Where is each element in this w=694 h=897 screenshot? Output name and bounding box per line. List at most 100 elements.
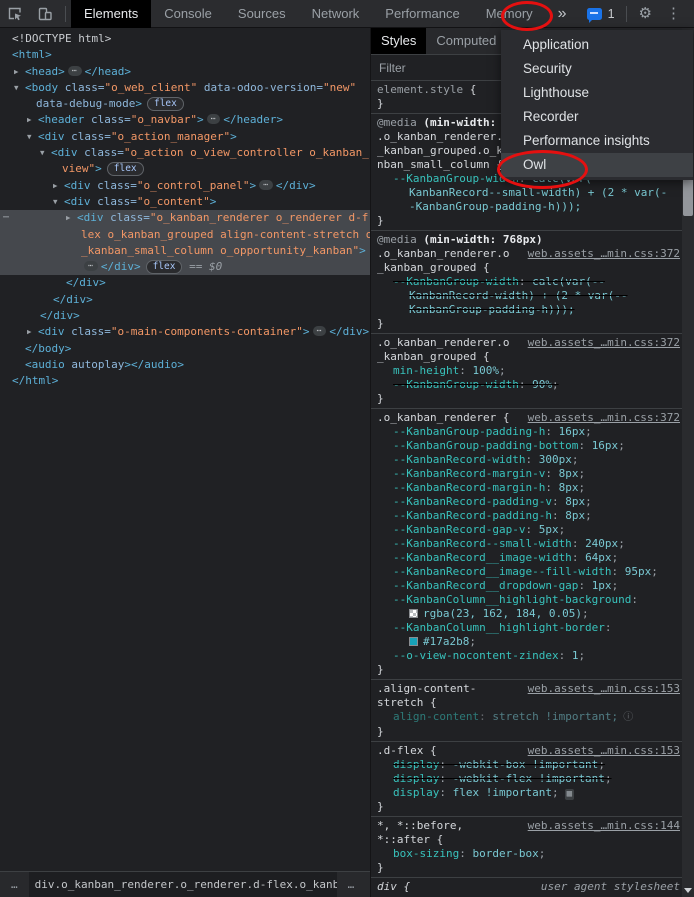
css-line[interactable]: } [371,725,682,739]
css-line[interactable]: stretch { [371,696,682,710]
scroll-down-arrow-icon[interactable] [684,888,692,893]
expand-arrow-icon[interactable]: ▼ [27,129,38,145]
kebab-menu-icon[interactable]: ⋮ [659,0,688,28]
dom-tree-line[interactable]: _kanban_small_column o_opportunity_kanba… [0,243,370,259]
tab-sources[interactable]: Sources [225,0,299,28]
flex-editor-icon[interactable]: ▦ [565,789,574,800]
breadcrumb-overflow-left[interactable]: … [0,878,29,891]
menu-item-recorder[interactable]: Recorder [501,105,693,129]
css-line[interactable]: --KanbanGroup-padding-h: 16px; [371,425,682,439]
css-line[interactable]: display: -webkit-box !important; [371,758,682,772]
dom-tree-line[interactable]: ▶<div class="o_control_panel">⋯</div> [0,178,370,194]
css-line[interactable]: --KanbanRecord__image-width: 64px; [371,551,682,565]
ellipsis-expand-icon[interactable]: ⋯ [68,66,82,76]
close-icon[interactable]: × [688,0,694,28]
dom-tree-line[interactable]: </div> [0,308,370,324]
expand-arrow-icon[interactable]: ▼ [53,194,64,210]
stylesheet-source-link[interactable]: web.assets_…min.css:153 [528,682,680,696]
css-line[interactable]: KanbanRecord-width) + (2 * var(-- [371,289,682,303]
menu-item-performance-insights[interactable]: Performance insights [501,129,693,153]
dom-tree-line[interactable]: ▶<header class="o_navbar">⋯</header> [0,112,370,128]
stylesheet-source-link[interactable]: web.assets_…min.css:153 [528,744,680,758]
expand-arrow-icon[interactable]: ▶ [27,324,38,340]
css-line[interactable]: display: -webkit-flex !important; [371,772,682,786]
css-line[interactable]: min-height: 100%; [371,364,682,378]
css-line[interactable]: box-sizing: border-box; [371,847,682,861]
selected-dom-node[interactable]: ⋯▶<div class="o_kanban_renderer o_render… [0,210,370,275]
dom-tree-line[interactable]: <audio autoplay></audio> [0,357,370,373]
css-line[interactable]: --KanbanColumn__highlight-background: [371,593,682,607]
flex-badge[interactable]: flex [146,260,183,274]
css-line[interactable]: --KanbanRecord-width: 300px; [371,453,682,467]
dom-tree-line[interactable]: lex o_kanban_grouped align-content-stret… [0,227,370,243]
css-line[interactable]: --KanbanRecord-gap-v: 5px; [371,523,682,537]
css-line[interactable]: --KanbanRecord__image--fill-width: 95px; [371,565,682,579]
stylesheet-source-link[interactable]: web.assets_…min.css:372 [528,247,680,261]
css-line[interactable]: .o_kanban_renderer.oweb.assets_…min.css:… [371,336,682,350]
css-line[interactable]: --KanbanRecord-margin-h: 8px; [371,481,682,495]
menu-item-application[interactable]: Application [501,33,693,57]
css-line[interactable]: --KanbanGroup-width: 90%; [371,378,682,392]
dom-tree-line[interactable]: </html> [0,373,370,389]
dom-tree-line[interactable]: ▼<div class="o_content"> [0,194,370,210]
dom-tree-line[interactable]: ▶<head>⋯</head> [0,64,370,80]
dom-tree-line[interactable]: <html> [0,47,370,63]
dom-tree-line[interactable]: data-debug-mode>flex [0,96,370,112]
dom-tree-line[interactable]: ▶<div class="o-main-components-container… [0,324,370,340]
css-line[interactable]: --KanbanRecord-margin-v: 8px; [371,467,682,481]
dom-tree-line[interactable]: </div> [0,292,370,308]
dom-tree-line[interactable]: ▼<div class="o_action_manager"> [0,129,370,145]
tab-console[interactable]: Console [151,0,225,28]
ellipsis-expand-icon[interactable]: ⋯ [207,114,221,124]
css-line[interactable]: -KanbanGroup-padding-h))); [371,200,682,214]
css-line[interactable]: --KanbanRecord-padding-v: 8px; [371,495,682,509]
css-line[interactable]: *::after { [371,833,682,847]
dom-tree-line[interactable]: ▼<body class="o_web_client" data-odoo-ve… [0,80,370,96]
stylesheet-source-link[interactable]: web.assets_…min.css:144 [528,819,680,833]
dom-tree-line[interactable]: ⋯</div>flex == $0 [0,259,370,275]
stylesheet-source-link[interactable]: web.assets_…min.css:372 [528,411,680,425]
color-swatch[interactable] [409,637,418,646]
css-line[interactable]: _kanban_grouped { [371,261,682,275]
css-line[interactable]: *, *::before,web.assets_…min.css:144 [371,819,682,833]
stylesheet-source-link[interactable]: web.assets_…min.css:372 [528,336,680,350]
expand-arrow-icon[interactable]: ▼ [14,80,25,96]
css-line[interactable]: --KanbanRecord-padding-h: 8px; [371,509,682,523]
flex-badge[interactable]: flex [147,97,184,111]
css-line[interactable]: rgba(23, 162, 184, 0.05); [371,607,682,621]
css-line[interactable]: .o_kanban_renderer.oweb.assets_…min.css:… [371,247,682,261]
flex-badge[interactable]: flex [107,162,144,176]
css-line[interactable]: display: flex !important;▦ [371,786,682,800]
breadcrumb-overflow-right[interactable]: … [337,878,366,891]
css-line[interactable]: } [371,392,682,406]
expand-arrow-icon[interactable]: ▶ [27,112,38,128]
css-line[interactable]: .o_kanban_renderer {web.assets_…min.css:… [371,411,682,425]
expand-arrow-icon[interactable]: ▶ [14,64,25,80]
ellipsis-expand-icon[interactable]: ⋯ [84,261,98,271]
css-line[interactable]: div {user agent stylesheet [371,880,682,894]
css-line[interactable]: } [371,663,682,677]
tab-elements[interactable]: Elements [71,0,151,28]
dom-tree-line[interactable]: ⋯▶<div class="o_kanban_renderer o_render… [0,210,370,226]
css-line[interactable]: align-content: stretch !important;ⓘ [371,710,682,725]
css-line[interactable]: --KanbanRecord--small-width: 240px; [371,537,682,551]
breadcrumb-selected-node[interactable]: div.o_kanban_renderer.o_renderer.d-flex.… [29,872,337,897]
ellipsis-expand-icon[interactable]: ⋯ [313,326,327,336]
node-more-actions-icon[interactable]: ⋯ [3,210,9,226]
css-line[interactable]: KanbanRecord--small-width) + (2 * var(- [371,186,682,200]
tab-network[interactable]: Network [299,0,373,28]
css-line[interactable]: #17a2b8; [371,635,682,649]
ellipsis-expand-icon[interactable]: ⋯ [259,180,273,190]
css-line[interactable]: } [371,317,682,331]
css-line[interactable]: --KanbanRecord__dropdown-gap: 1px; [371,579,682,593]
css-line[interactable]: _kanban_grouped { [371,350,682,364]
device-toolbar-icon[interactable] [37,6,53,22]
inspect-element-icon[interactable] [7,6,23,22]
css-line[interactable]: --KanbanColumn__highlight-border: [371,621,682,635]
menu-item-lighthouse[interactable]: Lighthouse [501,81,693,105]
dom-tree-line[interactable]: ▼<div class="o_action o_view_controller … [0,145,370,161]
css-line[interactable]: .align-content-web.assets_…min.css:153 [371,682,682,696]
css-line[interactable]: --KanbanGroup-width: calc(var(-- [371,275,682,289]
styles-tab-computed[interactable]: Computed [426,28,506,54]
css-line[interactable]: --o-view-nocontent-zindex: 1; [371,649,682,663]
